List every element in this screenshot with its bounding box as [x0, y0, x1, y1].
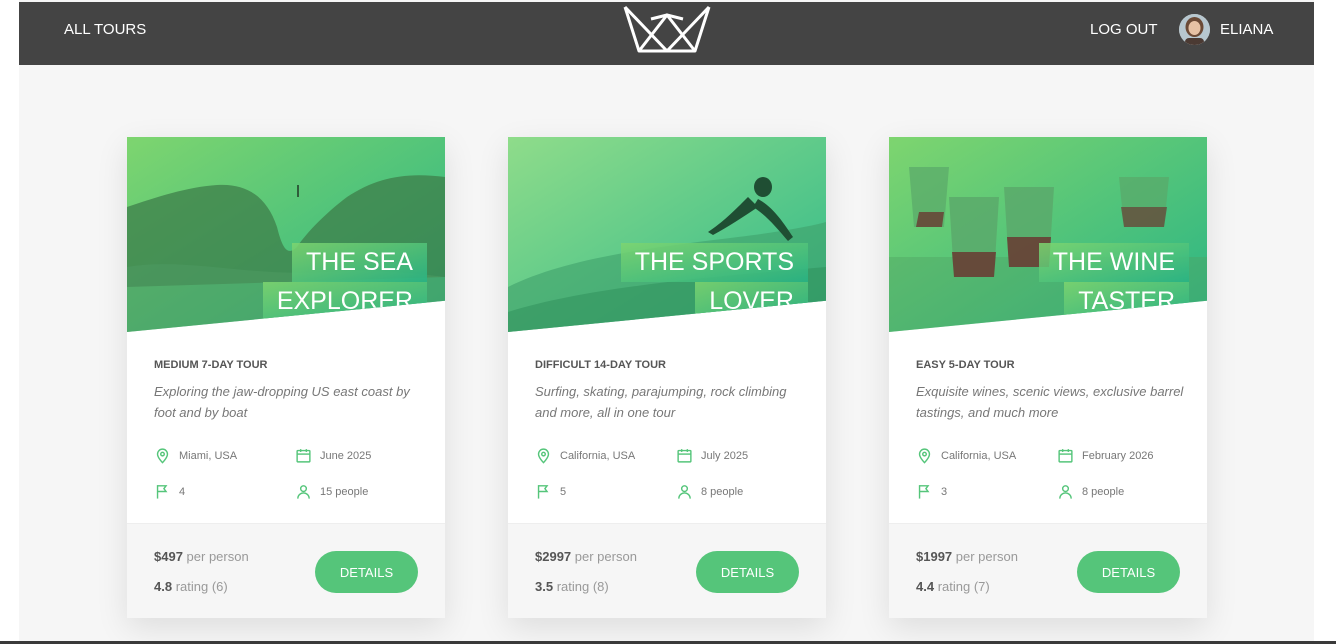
map-pin-icon — [156, 448, 169, 464]
user-icon — [297, 485, 310, 499]
flag-icon — [156, 485, 168, 499]
user-icon — [678, 485, 691, 499]
details-button[interactable]: DETAILS — [696, 551, 799, 593]
people-fact: 15 people — [295, 483, 368, 500]
tour-card-wine-taster: THE WINE TASTER EASY 5-DAY TOUR Exquisit… — [889, 137, 1207, 618]
calendar-icon — [1058, 449, 1073, 463]
stops-fact: 5 — [535, 483, 566, 500]
location-fact: California, USA — [535, 447, 635, 464]
tour-description: Exploring the jaw-dropping US east coast… — [154, 384, 410, 420]
user-profile[interactable]: ELIANA — [1179, 13, 1273, 45]
location-fact: California, USA — [916, 447, 1016, 464]
map-pin-icon — [537, 448, 550, 464]
people-fact: 8 people — [676, 483, 743, 500]
details-button[interactable]: DETAILS — [315, 551, 418, 593]
date-fact: June 2025 — [295, 447, 371, 464]
tour-card-sea-explorer: THE SEA EXPLORER MEDIUM 7-DAY TOUR Explo… — [127, 137, 445, 618]
tour-description: Exquisite wines, scenic views, exclusive… — [916, 384, 1184, 420]
tour-image: THE WINE TASTER — [889, 137, 1207, 332]
tour-card-sports-lover: THE SPORTS LOVER DIFFICULT 14-DAY TOUR S… — [508, 137, 826, 618]
flag-icon — [918, 485, 930, 499]
stops-fact: 3 — [916, 483, 947, 500]
map-pin-icon — [918, 448, 931, 464]
user-name: ELIANA — [1220, 20, 1274, 38]
crown-logo-icon[interactable] — [621, 5, 713, 53]
tour-description: Surfing, skating, parajumping, rock clim… — [535, 384, 787, 420]
tour-rating: 4.4 rating (7) — [916, 579, 990, 594]
card-footer: $1997 per person 4.4 rating (7) DETAILS — [889, 523, 1207, 618]
tour-difficulty: MEDIUM 7-DAY TOUR — [154, 359, 268, 371]
card-footer: $2997 per person 3.5 rating (8) DETAILS — [508, 523, 826, 618]
stops-fact: 4 — [154, 483, 185, 500]
tour-price: $2997 per person — [535, 549, 637, 564]
top-navigation: ALL TOURS LOG OUT ELIANA — [19, 2, 1314, 65]
date-fact: February 2026 — [1057, 447, 1154, 464]
user-icon — [1059, 485, 1072, 499]
tour-title: THE SEA EXPLORER — [262, 243, 427, 321]
calendar-icon — [296, 449, 311, 463]
tour-rating: 4.8 rating (6) — [154, 579, 228, 594]
tour-image: THE SPORTS LOVER — [508, 137, 826, 332]
calendar-icon — [677, 449, 692, 463]
location-fact: Miami, USA — [154, 447, 237, 464]
avatar — [1179, 13, 1210, 45]
tour-difficulty: DIFFICULT 14-DAY TOUR — [535, 359, 666, 371]
tour-image: THE SEA EXPLORER — [127, 137, 445, 332]
tour-title: THE SPORTS LOVER — [620, 243, 808, 321]
card-footer: $497 per person 4.8 rating (6) DETAILS — [127, 523, 445, 618]
tour-rating: 3.5 rating (8) — [535, 579, 609, 594]
tour-price: $1997 per person — [916, 549, 1018, 564]
date-fact: July 2025 — [676, 447, 748, 464]
tour-title: THE WINE TASTER — [1038, 243, 1189, 321]
flag-icon — [537, 485, 549, 499]
all-tours-link[interactable]: ALL TOURS — [64, 21, 146, 38]
tour-difficulty: EASY 5-DAY TOUR — [916, 359, 1015, 371]
tour-price: $497 per person — [154, 549, 249, 564]
people-fact: 8 people — [1057, 483, 1124, 500]
logout-link[interactable]: LOG OUT — [1090, 21, 1158, 38]
details-button[interactable]: DETAILS — [1077, 551, 1180, 593]
